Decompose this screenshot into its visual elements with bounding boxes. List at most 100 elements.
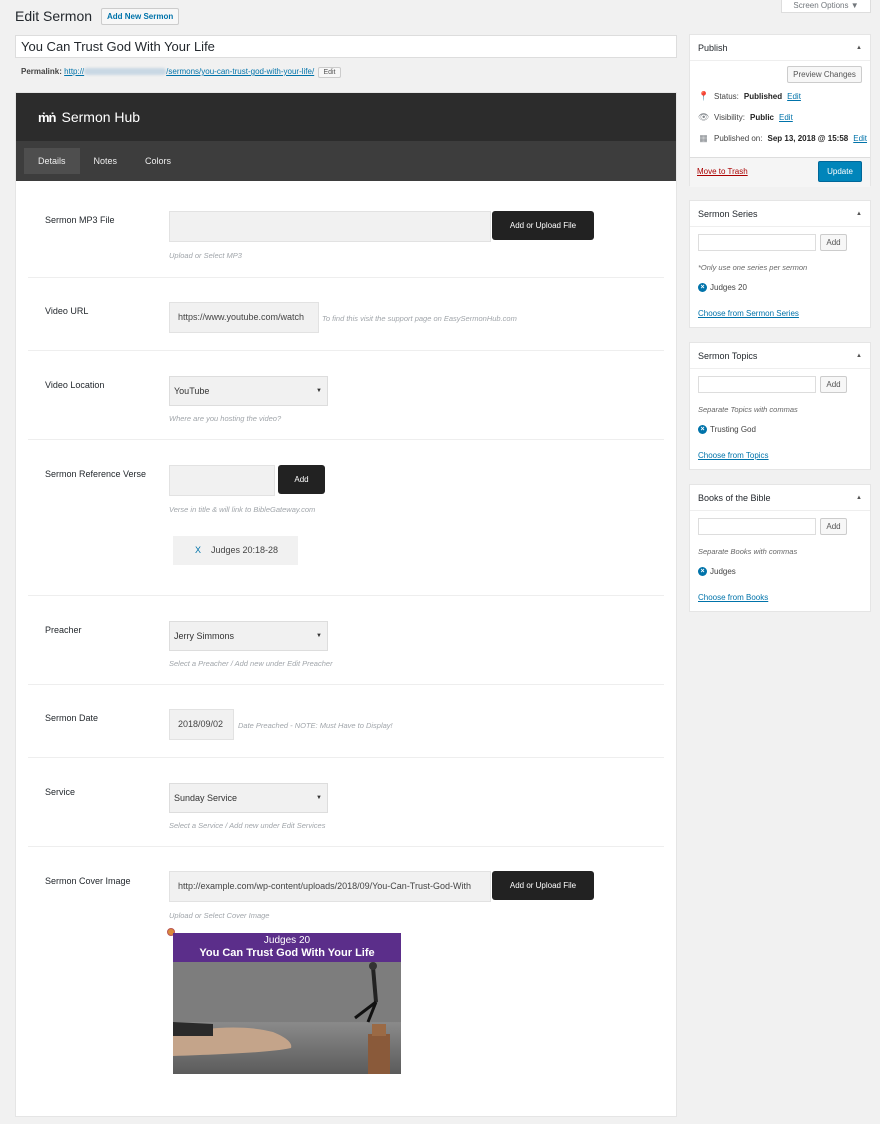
preacher-label: Preacher — [45, 625, 82, 635]
cover-image: Judges 20 You Can Trust God With Your Li… — [173, 933, 401, 1074]
video-location-label: Video Location — [45, 380, 105, 390]
chevron-down-icon: ▼ — [316, 633, 322, 639]
collapse-caret-icon[interactable]: ▲ — [856, 343, 862, 369]
visibility-edit-link[interactable]: Edit — [779, 113, 793, 122]
published-edit-link[interactable]: Edit — [853, 134, 867, 143]
topics-box: Sermon Topics ▲ Add Separate Topics with … — [689, 342, 871, 470]
video-url-help: To find this visit the support page on E… — [322, 314, 517, 323]
series-note: *Only use one series per sermon — [698, 263, 808, 272]
tab-colors[interactable]: Colors — [131, 148, 185, 174]
permalink-edit-button[interactable]: Edit — [318, 67, 341, 78]
cover-label: Sermon Cover Image — [45, 876, 131, 886]
books-tag: × Judges — [698, 567, 736, 576]
choose-topics-link[interactable]: Choose from Topics — [698, 451, 769, 460]
sermon-title-input[interactable]: You Can Trust God With Your Life — [15, 35, 677, 58]
preview-changes-button[interactable]: Preview Changes — [787, 66, 862, 83]
redacted-domain — [84, 68, 167, 76]
hub-brand: Sermon Hub — [61, 109, 141, 125]
topics-input[interactable] — [698, 376, 816, 393]
books-header[interactable]: Books of the Bible ▲ — [690, 485, 870, 511]
video-location-select[interactable]: YouTube ▼ — [169, 376, 328, 406]
remove-tag-icon[interactable]: × — [698, 567, 707, 576]
verse-tag: X Judges 20:18-28 — [173, 536, 298, 565]
hub-tabs: Details Notes Colors — [16, 141, 676, 181]
chevron-down-icon: ▼ — [316, 795, 322, 801]
move-to-trash-link[interactable]: Move to Trash — [697, 167, 748, 176]
cover-help: Upload or Select Cover Image — [169, 911, 270, 920]
mp3-upload-button[interactable]: Add or Upload File — [492, 211, 594, 240]
video-location-help: Where are you hosting the video? — [169, 414, 282, 423]
series-tag: × Judges 20 — [698, 283, 747, 292]
collapse-caret-icon[interactable]: ▲ — [856, 485, 862, 511]
remove-verse-icon[interactable]: X — [195, 545, 201, 555]
remove-tag-icon[interactable]: × — [698, 425, 707, 434]
remove-tag-icon[interactable]: × — [698, 283, 707, 292]
video-location-row: Video Location YouTube ▼ Where are you ho… — [28, 351, 664, 440]
date-help: Date Preached - NOTE: Must Have to Displ… — [238, 721, 393, 730]
series-input[interactable] — [698, 234, 816, 251]
reference-add-button[interactable]: Add — [278, 465, 325, 494]
collapse-caret-icon[interactable]: ▲ — [856, 35, 862, 61]
date-row: Sermon Date 2018/09/02 Date Preached - N… — [28, 685, 664, 758]
add-new-sermon-button[interactable]: Add New Sermon — [101, 8, 180, 25]
service-select[interactable]: Sunday Service ▼ — [169, 783, 328, 813]
collapse-caret-icon[interactable]: ▲ — [856, 201, 862, 227]
service-help: Select a Service / Add new under Edit Se… — [169, 821, 326, 830]
video-url-label: Video URL — [45, 306, 89, 316]
date-input[interactable]: 2018/09/02 — [169, 709, 234, 740]
topics-header[interactable]: Sermon Topics ▲ — [690, 343, 870, 369]
page-title: Edit Sermon — [15, 8, 93, 24]
status-line: 📍 Status: Published Edit — [698, 91, 801, 101]
books-add-button[interactable]: Add — [820, 518, 847, 535]
reference-help: Verse in title & will link to BibleGatew… — [169, 505, 316, 514]
books-input[interactable] — [698, 518, 816, 535]
eye-icon: 👁 — [698, 112, 710, 122]
status-edit-link[interactable]: Edit — [787, 92, 801, 101]
tab-notes[interactable]: Notes — [80, 148, 132, 174]
permalink-row: Permalink: http:///sermons/you-can-trust… — [21, 67, 341, 78]
publish-box: Publish ▲ Preview Changes 📍 Status: Publis… — [689, 34, 871, 187]
cover-scene — [173, 962, 401, 1074]
mp3-help: Upload or Select MP3 — [169, 251, 242, 260]
reference-input[interactable] — [169, 465, 275, 496]
screen-options-tab[interactable]: Screen Options ▼ — [781, 0, 871, 13]
update-button[interactable]: Update — [818, 161, 862, 182]
mp3-row: Sermon MP3 File Add or Upload File Uploa… — [28, 188, 664, 278]
cover-image-banner: Judges 20 You Can Trust God With Your Li… — [173, 933, 401, 962]
series-header[interactable]: Sermon Series ▲ — [690, 201, 870, 227]
cover-row: Sermon Cover Image http://example.com/wp… — [28, 847, 664, 1107]
series-add-button[interactable]: Add — [820, 234, 847, 251]
cover-url-input[interactable]: http://example.com/wp-content/uploads/20… — [169, 871, 491, 902]
choose-books-link[interactable]: Choose from Books — [698, 593, 768, 602]
reference-label: Sermon Reference Verse — [45, 469, 147, 479]
service-row: Service Sunday Service ▼ Select a Service… — [28, 758, 664, 847]
mp3-input[interactable] — [169, 211, 491, 242]
service-label: Service — [45, 787, 76, 797]
chevron-down-icon: ▼ — [316, 388, 322, 394]
video-url-row: Video URL https://www.youtube.com/watch … — [28, 278, 664, 351]
date-label: Sermon Date — [45, 713, 99, 723]
preacher-row: Preacher Jerry Simmons ▼ Select a Preache… — [28, 596, 664, 685]
visibility-line: 👁 Visibility: Public Edit — [698, 112, 793, 122]
choose-series-link[interactable]: Choose from Sermon Series — [698, 309, 799, 318]
permalink-link[interactable]: http:///sermons/you-can-trust-god-with-y… — [64, 67, 314, 76]
publish-header[interactable]: Publish ▲ — [690, 35, 870, 61]
sermon-hub-logo-icon: ṁṅ — [38, 109, 56, 125]
cover-upload-button[interactable]: Add or Upload File — [492, 871, 594, 900]
calendar-icon: ▦ — [699, 133, 708, 143]
video-url-input[interactable]: https://www.youtube.com/watch — [169, 302, 319, 333]
books-box: Books of the Bible ▲ Add Separate Books w… — [689, 484, 871, 612]
preacher-select[interactable]: Jerry Simmons ▼ — [169, 621, 328, 651]
preacher-help: Select a Preacher / Add new under Edit P… — [169, 659, 333, 668]
pin-icon: 📍 — [698, 91, 710, 101]
publish-actions: Move to Trash Update — [690, 157, 870, 187]
published-line: ▦ Published on: Sep 13, 2018 @ 15:58 Edit — [699, 133, 868, 143]
hub-header: ṁṅ Sermon Hub — [16, 93, 676, 141]
tab-details[interactable]: Details — [24, 148, 80, 174]
permalink-label: Permalink: — [21, 67, 62, 76]
topics-add-button[interactable]: Add — [820, 376, 847, 393]
topics-tag: × Trusting God — [698, 425, 756, 434]
reference-row: Sermon Reference Verse Add Verse in titl… — [28, 440, 664, 596]
series-box: Sermon Series ▲ Add *Only use one series … — [689, 200, 871, 328]
topics-note: Separate Topics with commas — [698, 405, 798, 414]
